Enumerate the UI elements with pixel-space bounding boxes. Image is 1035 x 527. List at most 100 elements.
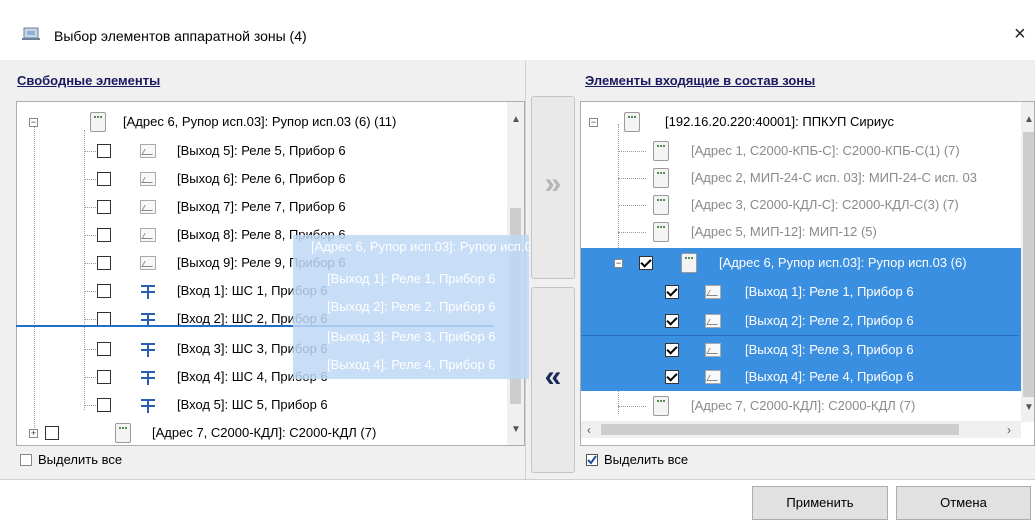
device-icon — [653, 222, 669, 242]
expand-icon[interactable]: + — [29, 429, 38, 438]
window-title: Выбор элементов аппаратной зоны (4) — [54, 28, 307, 44]
tree-item-label: [Адрес 3, С2000-КДЛ-С]: С2000-КДЛ-С(3) (… — [691, 197, 959, 212]
tree-item-label: [Адрес 1, С2000-КПБ-С]: С2000-КПБ-С(1) (… — [691, 143, 960, 158]
select-all-label: Выделить все — [38, 452, 123, 467]
tree-item[interactable]: [Вход 5]: ШС 5, Прибор 6 — [17, 391, 524, 419]
tree-item-device[interactable]: [Адрес 1, С2000-КПБ-С]: С2000-КПБ-С(1) (… — [581, 137, 1034, 165]
item-checkbox[interactable] — [97, 256, 111, 270]
tree-line — [84, 179, 96, 180]
tree-line — [618, 151, 646, 152]
collapse-icon[interactable]: − — [589, 118, 598, 127]
drag-preview-item: [Выход 4]: Реле 4, Прибор 6 — [327, 357, 496, 372]
scroll-right-icon[interactable]: › — [1007, 423, 1011, 437]
scroll-down-icon[interactable]: ▼ — [1024, 402, 1034, 413]
scroll-down-icon[interactable]: ▼ — [511, 424, 521, 435]
item-checkbox[interactable] — [665, 370, 679, 384]
item-checkbox[interactable] — [97, 342, 111, 356]
tree-line — [84, 151, 96, 152]
add-to-zone-button[interactable]: » — [531, 96, 575, 279]
input-icon — [141, 369, 155, 385]
tree-item-selected[interactable]: [Выход 2]: Реле 2, Прибор 6 — [581, 307, 1019, 335]
tree-item-selected[interactable]: [Выход 1]: Реле 1, Прибор 6 — [581, 278, 1019, 306]
tree-item-label: [Адрес 2, МИП-24-С исп. 03]: МИП-24-С ис… — [691, 170, 977, 185]
device-icon — [90, 112, 106, 132]
device-icon — [653, 141, 669, 161]
remove-from-zone-button[interactable]: « — [531, 287, 575, 473]
tree-line — [618, 406, 646, 407]
tree-line — [84, 377, 96, 378]
collapse-icon[interactable]: − — [614, 259, 623, 268]
tree-item-label: [Выход 3]: Реле 3, Прибор 6 — [745, 342, 914, 357]
tree-line — [84, 235, 96, 236]
right-panel-header: Элементы входящие в состав зоны — [585, 61, 1025, 91]
scroll-thumb[interactable] — [601, 424, 959, 435]
item-checkbox[interactable] — [97, 284, 111, 298]
left-select-all[interactable]: Выделить все — [20, 452, 220, 470]
relay-icon — [140, 228, 156, 242]
tree-item-device[interactable]: [Адрес 2, МИП-24-С исп. 03]: МИП-24-С ис… — [581, 164, 1034, 192]
device-icon — [115, 423, 131, 443]
drag-preview-item: [Выход 1]: Реле 1, Прибор 6 — [327, 271, 496, 286]
relay-icon — [705, 343, 721, 357]
item-checkbox[interactable] — [665, 285, 679, 299]
device-icon — [681, 253, 697, 273]
item-checkbox[interactable] — [97, 172, 111, 186]
apply-button[interactable]: Применить — [752, 486, 888, 520]
scroll-thumb[interactable] — [1023, 132, 1034, 397]
tree-item-label: [Вход 5]: ШС 5, Прибор 6 — [177, 397, 328, 412]
tree-item-device[interactable]: − [Адрес 6, Рупор исп.03]: Рупор исп.03 … — [17, 108, 524, 136]
tree-item-selected[interactable]: [Выход 4]: Реле 4, Прибор 6 — [581, 363, 1019, 391]
right-panel-title: Элементы входящие в состав зоны — [585, 73, 816, 88]
tree-item-label: [Выход 1]: Реле 1, Прибор 6 — [745, 284, 914, 299]
tree-item-device-selected[interactable]: − [Адрес 6, Рупор исп.03]: Рупор исп.03 … — [581, 249, 1019, 277]
cancel-button[interactable]: Отмена — [896, 486, 1031, 520]
tree-item-selected[interactable]: [Выход 3]: Реле 3, Прибор 6 — [581, 335, 1019, 363]
scroll-up-icon[interactable]: ▲ — [511, 114, 521, 125]
drag-preview-item: [Адрес 6, Рупор исп.03]: Рупор исп.03 (6… — [311, 239, 529, 254]
right-horizontal-scrollbar[interactable]: ‹ › — [581, 421, 1021, 438]
tree-item[interactable]: [Выход 7]: Реле 7, Прибор 6 — [17, 193, 524, 221]
item-checkbox[interactable] — [97, 200, 111, 214]
item-checkbox[interactable] — [97, 144, 111, 158]
scroll-left-icon[interactable]: ‹ — [587, 423, 591, 437]
tree-item-label: [Адрес 7, С2000-КДЛ]: С2000-КДЛ (7) — [152, 425, 377, 440]
tree-item[interactable]: [Выход 5]: Реле 5, Прибор 6 — [17, 137, 524, 165]
relay-icon — [705, 285, 721, 299]
tree-item-device[interactable]: [Адрес 7, С2000-КДЛ]: С2000-КДЛ (7) — [581, 392, 1034, 420]
close-icon[interactable]: × — [1014, 24, 1026, 44]
scroll-up-icon[interactable]: ▲ — [1024, 114, 1034, 125]
drag-preview: [Адрес 6, Рупор исп.03]: Рупор исп.03 (6… — [293, 235, 529, 379]
tree-item-device[interactable]: [Адрес 3, С2000-КДЛ-С]: С2000-КДЛ-С(3) (… — [581, 191, 1034, 219]
device-icon — [653, 396, 669, 416]
item-checkbox[interactable] — [97, 228, 111, 242]
tree-item-device[interactable]: + [Адрес 7, С2000-КДЛ]: С2000-КДЛ (7) — [17, 419, 524, 445]
tree-item-label: [192.16.20.220:40001]: ППКУП Сириус — [665, 114, 894, 129]
tree-item-label: [Выход 2]: Реле 2, Прибор 6 — [745, 313, 914, 328]
item-checkbox[interactable] — [97, 312, 111, 326]
item-checkbox[interactable] — [639, 256, 653, 270]
select-all-checkbox[interactable] — [586, 454, 598, 466]
tree-line — [84, 405, 96, 406]
double-chevron-left-icon: « — [544, 360, 562, 393]
zone-elements-tree[interactable]: − [192.16.20.220:40001]: ППКУП Сириус [А… — [580, 101, 1035, 446]
right-select-all[interactable]: Выделить все — [586, 452, 786, 470]
tree-item-label: [Выход 6]: Реле 6, Прибор 6 — [177, 171, 346, 186]
device-icon — [653, 195, 669, 215]
tree-item[interactable]: [Выход 6]: Реле 6, Прибор 6 — [17, 165, 524, 193]
select-all-checkbox[interactable] — [20, 454, 32, 466]
tree-item-device[interactable]: − [192.16.20.220:40001]: ППКУП Сириус — [581, 108, 1034, 136]
right-vertical-scrollbar[interactable]: ▲ ▼ — [1021, 102, 1034, 422]
item-checkbox[interactable] — [97, 370, 111, 384]
tree-line — [84, 349, 96, 350]
title-bar: Выбор элементов аппаратной зоны (4) × — [0, 0, 1035, 60]
tree-line — [618, 205, 646, 206]
item-checkbox[interactable] — [665, 343, 679, 357]
item-checkbox[interactable] — [97, 398, 111, 412]
relay-icon — [140, 172, 156, 186]
item-checkbox[interactable] — [665, 314, 679, 328]
item-checkbox[interactable] — [45, 426, 59, 440]
tree-item-device[interactable]: [Адрес 5, МИП-12]: МИП-12 (5) — [581, 218, 1034, 246]
relay-icon — [140, 144, 156, 158]
collapse-icon[interactable]: − — [29, 118, 38, 127]
relay-icon — [140, 200, 156, 214]
